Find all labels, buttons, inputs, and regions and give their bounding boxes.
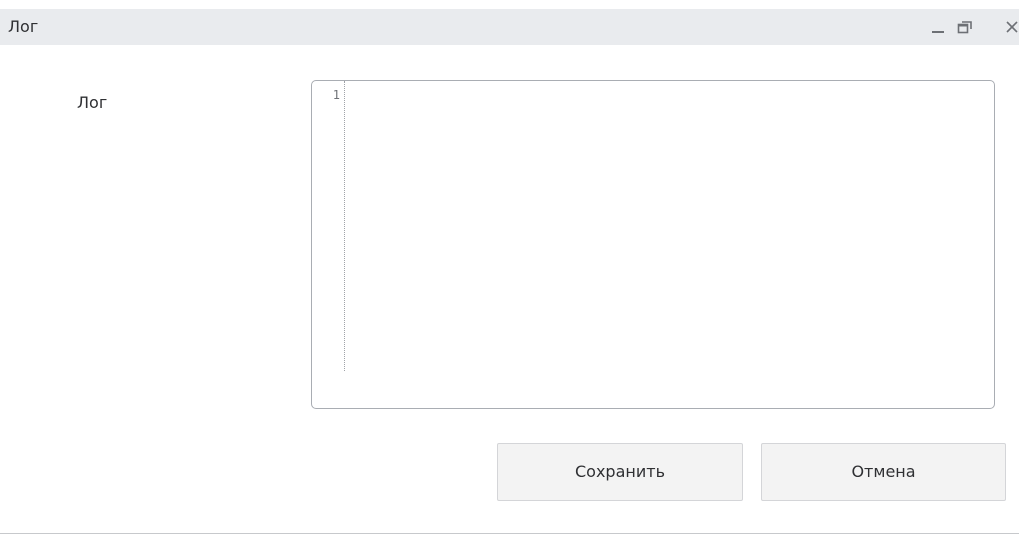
log-field-label: Лог (77, 93, 108, 112)
save-button[interactable]: Сохранить (497, 443, 743, 501)
cancel-button[interactable]: Отмена (761, 443, 1006, 501)
line-number: 1 (332, 88, 340, 102)
top-strip (0, 0, 1019, 9)
minimize-icon (932, 31, 944, 33)
log-dialog: Лог Лог 1 Сохранить Отмена (0, 0, 1019, 537)
window-title: Лог (8, 17, 39, 36)
close-icon (1006, 21, 1018, 33)
minimize-button[interactable] (928, 15, 948, 37)
close-button[interactable] (1005, 15, 1019, 37)
restore-button[interactable] (955, 15, 975, 37)
log-editor[interactable]: 1 (311, 80, 995, 409)
restore-icon (957, 21, 972, 34)
bottom-divider (0, 533, 1019, 534)
title-bar[interactable]: Лог (0, 9, 1019, 45)
line-number-gutter: 1 (312, 81, 345, 371)
editor-text-area[interactable] (350, 88, 988, 402)
